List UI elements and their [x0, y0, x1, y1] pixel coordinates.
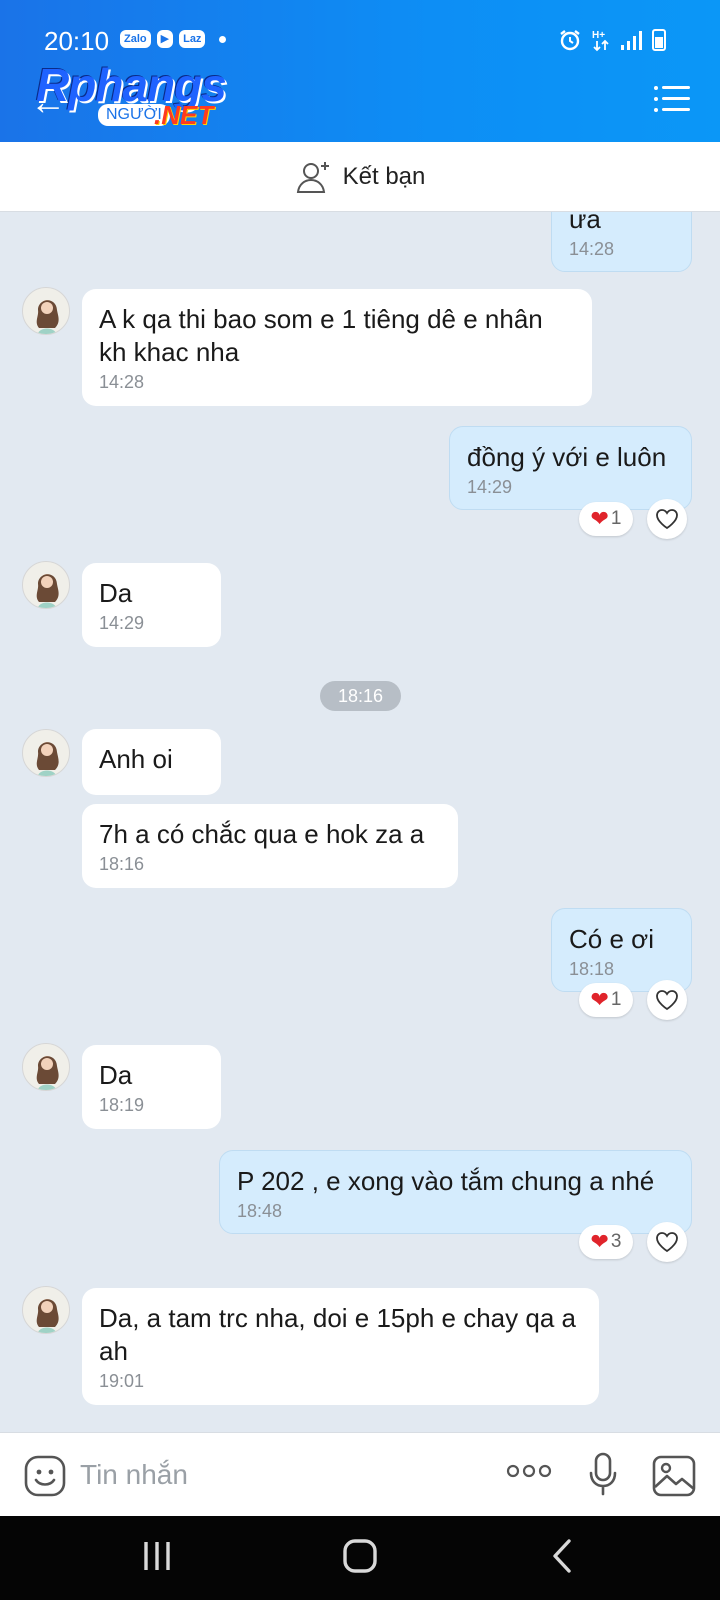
message-text: 7h a có chắc qua e hok za a [99, 819, 425, 849]
heart-outline-icon [656, 509, 678, 530]
watermark-logo: Rphangs NGƯỜI .NET [36, 58, 256, 136]
recent-apps-icon[interactable] [142, 1538, 172, 1574]
menu-list-icon[interactable] [654, 86, 690, 112]
status-time: 20:10 [44, 26, 110, 56]
heart-reaction-icon: ❤ [590, 1229, 609, 1254]
contact-avatar[interactable] [22, 561, 70, 609]
system-navigation-bar [0, 1516, 720, 1600]
message-bubble-incoming[interactable]: 7h a có chắc qua e hok za a 18:16 [82, 804, 458, 888]
message-bubble-incoming[interactable]: Da 18:19 [82, 1045, 221, 1129]
message-text: P 202 , e xong vào tắm chung a nhé [237, 1166, 655, 1196]
network-hplus-icon: H+ [592, 30, 609, 52]
logo-suffix: .NET [154, 100, 214, 130]
home-icon[interactable] [342, 1538, 378, 1574]
message-bubble-incoming[interactable]: A k qa thi bao som e 1 tiêng dê e nhân k… [82, 289, 592, 406]
add-user-icon [296, 161, 329, 193]
message-time: 14:28 [569, 239, 615, 259]
more-options-icon[interactable] [506, 1463, 552, 1479]
message-text: Da [99, 578, 133, 608]
message-bubble-outgoing[interactable]: ưa 14:28 [551, 212, 692, 272]
heart-outline-icon [656, 1232, 678, 1253]
contact-avatar[interactable] [22, 1043, 70, 1091]
message-bubble-incoming[interactable]: Da 14:29 [82, 563, 221, 647]
like-heart-button[interactable] [647, 980, 687, 1020]
message-time: 14:29 [467, 477, 513, 497]
svg-text:H+: H+ [592, 30, 605, 41]
message-bubble-incoming[interactable]: Anh oi [82, 729, 221, 795]
status-notification-icons: Zalo ▶ Laz [120, 30, 227, 48]
image-gallery-icon[interactable] [652, 1455, 696, 1497]
reaction-count-badge[interactable]: ❤ 1 [579, 502, 633, 536]
contact-avatar[interactable] [22, 287, 70, 335]
message-text: đồng ý với e luôn [467, 442, 667, 472]
battery-icon [652, 29, 666, 51]
message-time: 18:16 [99, 854, 145, 874]
message-text: Da [99, 1060, 133, 1090]
message-text: Da, a tam trc nha, doi e 15ph e chay qa … [99, 1303, 576, 1366]
sticker-emoji-icon[interactable] [24, 1455, 66, 1497]
message-time: 14:28 [99, 372, 145, 392]
reaction-count: 3 [610, 1231, 622, 1252]
message-time: 14:29 [99, 613, 145, 633]
time-separator-pill: 18:16 [320, 681, 401, 711]
youtube-notification-icon: ▶ [156, 30, 174, 48]
message-time: 18:18 [569, 959, 615, 979]
message-text: Có e ơi [569, 924, 654, 954]
zalo-notification-icon: Zalo [120, 30, 151, 48]
message-bubble-outgoing[interactable]: P 202 , e xong vào tắm chung a nhé 18:48 [219, 1150, 692, 1234]
message-text: Anh oi [99, 744, 173, 774]
reaction-count: 1 [610, 508, 622, 529]
reaction-count-badge[interactable]: ❤ 1 [579, 983, 633, 1017]
microphone-icon[interactable] [588, 1451, 618, 1497]
reaction-count: 1 [610, 989, 622, 1010]
heart-reaction-icon: ❤ [590, 987, 609, 1012]
message-time: 18:48 [237, 1201, 283, 1221]
message-time: 19:01 [99, 1371, 145, 1391]
heart-outline-icon [656, 990, 678, 1011]
reaction-count-badge[interactable]: ❤ 3 [579, 1225, 633, 1259]
status-system-icons: H+ [558, 28, 666, 52]
alarm-icon [560, 30, 580, 51]
contact-avatar[interactable] [22, 1286, 70, 1334]
contact-avatar[interactable] [22, 729, 70, 777]
message-text: ưa [569, 212, 601, 234]
message-composer [0, 1432, 720, 1516]
signal-icon [621, 31, 642, 50]
message-bubble-incoming[interactable]: Da, a tam trc nha, doi e 15ph e chay qa … [82, 1288, 599, 1405]
message-input[interactable] [80, 1453, 460, 1497]
lazada-notification-icon: Laz [179, 30, 206, 48]
more-notifications-dot-icon [219, 35, 227, 43]
add-friend-label: Kết bạn [342, 162, 426, 190]
message-bubble-outgoing[interactable]: đồng ý với e luôn 14:29 [449, 426, 692, 510]
like-heart-button[interactable] [647, 1222, 687, 1262]
message-time: 18:19 [99, 1095, 145, 1115]
app-header: 20:10 Zalo ▶ Laz H+ ← Rphangs NGƯỜI .NET [0, 0, 720, 142]
like-heart-button[interactable] [647, 499, 687, 539]
back-nav-icon[interactable] [550, 1538, 574, 1574]
heart-reaction-icon: ❤ [590, 506, 609, 531]
add-friend-button[interactable]: Kết bạn [0, 142, 720, 212]
message-text: A k qa thi bao som e 1 tiêng dê e nhân k… [99, 304, 543, 367]
chat-message-list[interactable]: ưa 14:28 A k qa thi bao som e 1 tiêng dê… [0, 212, 720, 1432]
